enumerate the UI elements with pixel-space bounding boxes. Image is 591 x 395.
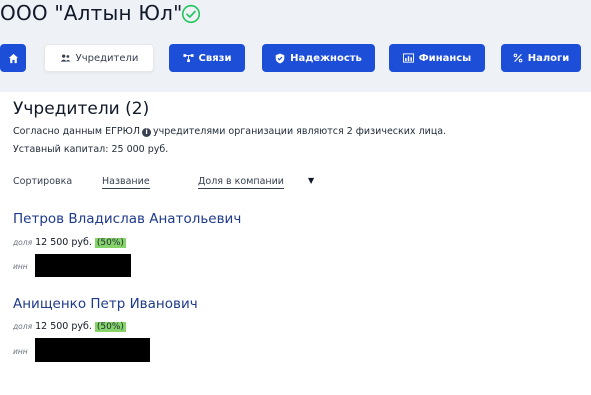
company-title: ООО "Алтын Юл" — [0, 1, 183, 25]
founder-name-1[interactable]: Петров Владислав Анатольевич — [13, 211, 241, 227]
tab-home[interactable] — [0, 44, 26, 72]
sort-direction-icon[interactable]: ▼ — [308, 176, 314, 185]
tab-links[interactable]: Связи — [169, 44, 245, 72]
network-icon — [183, 54, 194, 63]
shield-icon — [275, 53, 285, 63]
egrul-info-suffix: учредителями организации являются 2 физи… — [153, 126, 447, 137]
info-icon[interactable]: i — [142, 128, 152, 137]
authorized-capital: Уставный капитал: 25 000 руб. — [13, 144, 169, 155]
tab-reliability[interactable]: Надежность — [262, 44, 375, 72]
tab-taxes[interactable]: Налоги — [501, 44, 581, 72]
tab-finances-label: Финансы — [418, 52, 472, 64]
founder-share-2: доля 12 500 руб. (50%) — [13, 321, 126, 332]
share-label: доля — [13, 322, 33, 331]
redacted-inn-2 — [35, 338, 150, 362]
page: ООО "Алтын Юл" Учредители Связи Надежнос… — [0, 0, 591, 395]
tab-founders[interactable]: Учредители — [44, 44, 154, 72]
tab-taxes-label: Налоги — [527, 52, 570, 64]
redacted-inn-1 — [35, 254, 131, 277]
founder-share-1: доля 12 500 руб. (50%) — [13, 237, 126, 248]
tab-founders-label: Учредители — [75, 52, 139, 64]
home-icon — [8, 53, 18, 63]
tab-reliability-label: Надежность — [290, 52, 362, 64]
section-title: Учредители (2) — [13, 99, 150, 119]
founder-name-2[interactable]: Анищенко Петр Иванович — [13, 296, 198, 312]
tab-links-label: Связи — [198, 52, 232, 64]
bar-chart-icon — [402, 53, 414, 63]
sort-by-name[interactable]: Название — [102, 176, 150, 189]
share-amount: 12 500 руб. — [35, 321, 92, 332]
share-percent: (50%) — [94, 322, 126, 332]
header-band: ООО "Алтын Юл" Учредители Связи Надежнос… — [0, 0, 591, 92]
percent-icon — [513, 53, 523, 63]
share-amount: 12 500 руб. — [35, 237, 92, 248]
egrul-info: Согласно данным ЕГРЮЛ i учредителями орган… — [13, 126, 446, 137]
sort-by-share[interactable]: Доля в компании — [198, 176, 284, 189]
users-icon — [60, 54, 70, 62]
share-label: доля — [13, 238, 33, 247]
check-circle-icon — [181, 4, 201, 24]
inn-label: инн — [13, 262, 28, 271]
inn-label: инн — [13, 347, 28, 356]
share-percent: (50%) — [94, 238, 126, 248]
tab-finances[interactable]: Финансы — [389, 44, 485, 72]
sort-label: Сортировка — [13, 176, 73, 187]
egrul-info-prefix: Согласно данным ЕГРЮЛ — [13, 126, 141, 137]
